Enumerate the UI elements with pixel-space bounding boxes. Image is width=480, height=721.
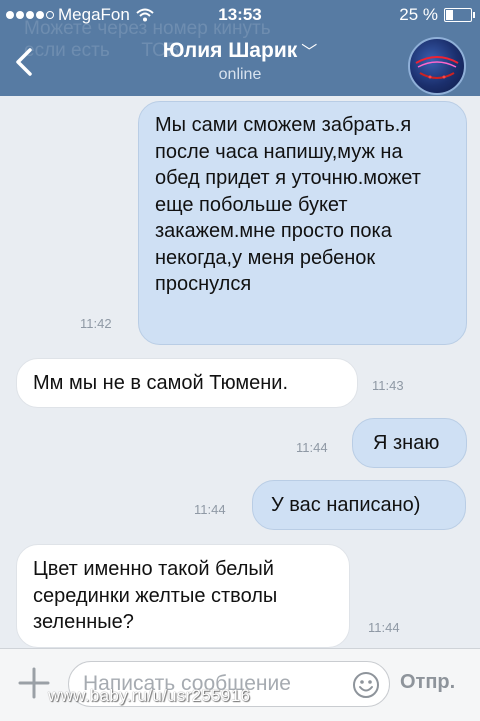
message-bubble-outgoing[interactable]: Я знаю [352,418,467,468]
avatar[interactable] [408,37,466,95]
message-bubble-incoming[interactable]: Мм мы не в самой Тюмени. [16,358,358,408]
smiley-icon [353,672,379,698]
message-bubble-incoming[interactable]: Цвет именно такой белый серединки желтые… [16,544,350,648]
watermark: www.baby.ru/u/usr255916 [48,686,251,705]
battery-icon [444,8,475,22]
message-bubble-outgoing[interactable]: У вас написано) [252,480,466,530]
battery-percent: 25 % [399,5,438,24]
send-button[interactable]: Отпр. [400,671,455,694]
message-time: 11:42 [80,316,112,331]
message-time: 11:43 [372,378,404,393]
chevron-down-icon: ﹀ [301,44,318,61]
avatar-image [415,56,459,79]
chat-header: Можете через номер кинуть если есть ТОВ … [0,18,480,96]
message-list[interactable]: Мы сами сможем забрать.я после часа напи… [0,96,480,648]
message-time: 11:44 [194,502,226,517]
contact-name: Юлия Шарик [162,39,298,62]
message-bubble-outgoing[interactable]: Мы сами сможем забрать.я после часа напи… [138,101,467,345]
compose-bar: Отпр. [0,648,480,721]
message-time: 11:44 [296,440,328,455]
message-time: 11:44 [368,620,400,635]
battery-info: 25 % [399,5,475,25]
emoji-button[interactable] [352,671,380,699]
